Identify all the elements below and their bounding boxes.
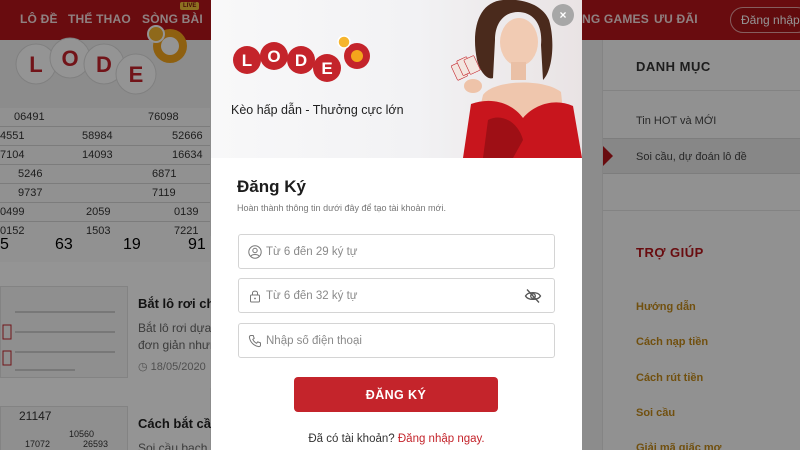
logo-letter-d: D bbox=[295, 51, 307, 70]
close-button[interactable]: × bbox=[552, 4, 574, 26]
login-prompt: Đã có tài khoản? Đăng nhập ngay. bbox=[211, 433, 582, 445]
logo-letter-l: L bbox=[242, 51, 252, 70]
eye-off-icon[interactable] bbox=[524, 288, 542, 304]
modal-header: L O D E Kèo hấp dẫn - Thưởng cực lớn × bbox=[211, 0, 582, 158]
logo-letter-o: O bbox=[267, 47, 280, 66]
login-prompt-text: Đã có tài khoản? bbox=[308, 433, 395, 445]
password-field[interactable] bbox=[238, 278, 555, 313]
phone-field[interactable] bbox=[238, 323, 555, 358]
login-now-link[interactable]: Đăng nhập ngay. bbox=[398, 433, 485, 445]
register-modal: L O D E Kèo hấp dẫn - Thưởng cực lớn × Đ… bbox=[211, 0, 582, 450]
password-input[interactable] bbox=[266, 279, 526, 312]
form-title: Đăng Ký bbox=[237, 177, 306, 196]
username-field[interactable] bbox=[238, 234, 555, 269]
phone-icon bbox=[248, 335, 261, 348]
form-subtitle: Hoàn thành thông tin dưới đây để tạo tài… bbox=[237, 203, 446, 213]
modal-logo: L O D E bbox=[233, 35, 370, 82]
phone-input[interactable] bbox=[266, 324, 526, 357]
lock-icon bbox=[250, 290, 260, 303]
modal-tagline: Kèo hấp dẫn - Thưởng cực lớn bbox=[231, 103, 404, 117]
username-input[interactable] bbox=[266, 235, 526, 268]
logo-letter-e: E bbox=[321, 59, 332, 78]
register-button[interactable]: ĐĂNG KÝ bbox=[294, 377, 498, 412]
user-icon bbox=[248, 245, 262, 259]
